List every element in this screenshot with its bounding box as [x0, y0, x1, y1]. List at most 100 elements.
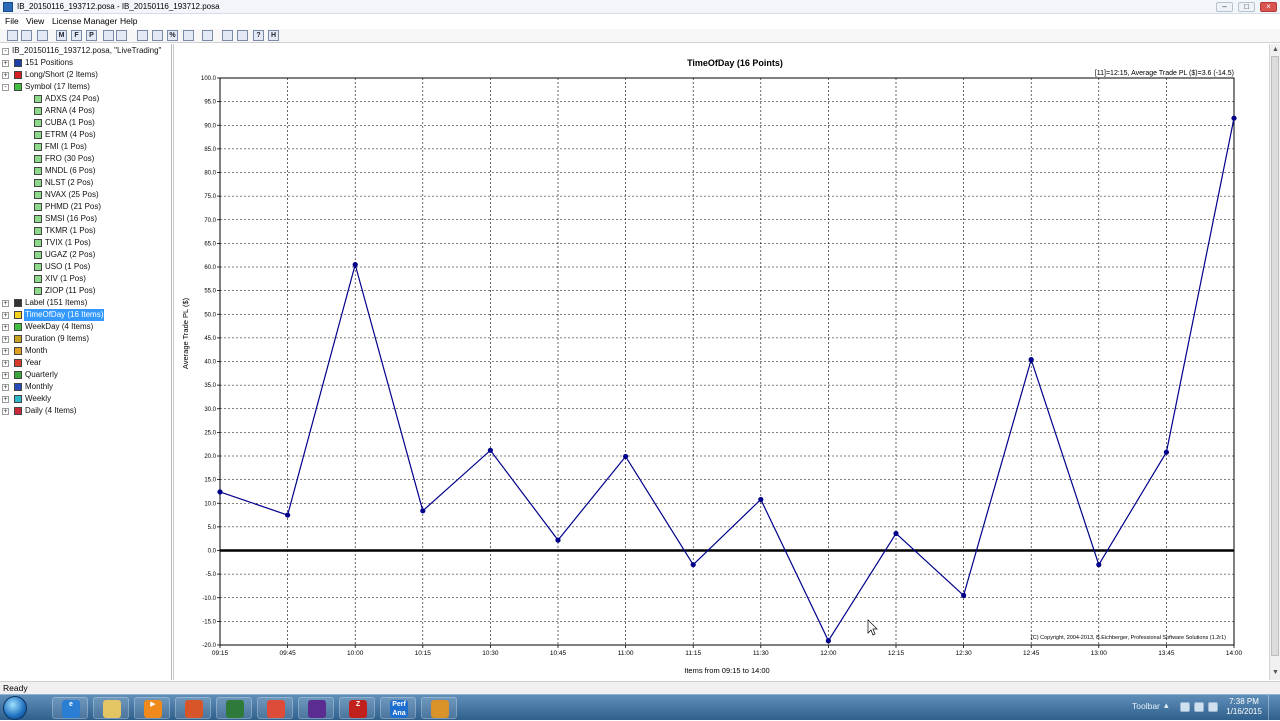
tree-node-icon — [34, 179, 42, 187]
expand-icon[interactable]: + — [2, 72, 9, 79]
menu-license-manager[interactable]: License Manager — [52, 15, 117, 27]
data-point[interactable] — [1028, 357, 1034, 363]
help-icon[interactable]: ? — [253, 30, 264, 41]
taskbar-app[interactable] — [298, 697, 334, 719]
table-icon[interactable] — [183, 30, 194, 41]
data-point[interactable] — [285, 512, 291, 518]
menu-bar: File View License Manager Help — [0, 14, 1280, 28]
new-icon[interactable] — [7, 30, 18, 41]
expand-icon[interactable]: + — [2, 384, 9, 391]
expand-icon[interactable]: + — [2, 312, 9, 319]
start-button[interactable] — [3, 696, 27, 720]
expand-icon[interactable]: + — [2, 360, 9, 367]
tree-item-label: Symbol (17 Items) — [25, 82, 90, 91]
tools-icon[interactable] — [202, 30, 213, 41]
expand-icon[interactable]: + — [2, 300, 9, 307]
taskbar-app[interactable]: Z — [339, 697, 375, 719]
percent-icon[interactable]: % — [167, 30, 178, 41]
menu-help[interactable]: Help — [120, 15, 137, 27]
report-icon[interactable] — [222, 30, 233, 41]
filter-icon[interactable] — [103, 30, 114, 41]
perf-ana-icon: Perf Ana — [390, 700, 408, 718]
data-point[interactable] — [1163, 449, 1169, 455]
network-tray-icon[interactable] — [1194, 702, 1204, 712]
volume-icon[interactable] — [1208, 702, 1218, 712]
scroll-thumb[interactable] — [1271, 56, 1279, 656]
expand-icon[interactable]: + — [2, 324, 9, 331]
y-tick-label: 70.0 — [204, 218, 216, 224]
taskbar-app[interactable]: ▶ — [134, 697, 170, 719]
clock-time[interactable]: 7:38 PM — [1224, 697, 1264, 706]
collapse-icon[interactable]: - — [2, 84, 9, 91]
data-point[interactable] — [487, 447, 493, 453]
x-tick-label: 14:00 — [1226, 650, 1243, 657]
tree-node-icon — [34, 263, 42, 271]
close-button[interactable]: × — [1260, 2, 1277, 12]
expand-icon[interactable]: + — [2, 348, 9, 355]
tree-node-icon — [14, 323, 22, 331]
taskbar-app[interactable] — [257, 697, 293, 719]
taskbar-app[interactable] — [93, 697, 129, 719]
app-icon — [3, 2, 13, 12]
data-point[interactable] — [893, 530, 899, 537]
vertical-scrollbar[interactable]: ▲ ▼ — [1269, 44, 1280, 680]
tree-view[interactable]: - IB_20150116_193712.posa, "LiveTrading"… — [0, 44, 172, 680]
tray-expand-icon[interactable]: ▴ — [1164, 700, 1169, 711]
data-point[interactable] — [623, 453, 629, 460]
data-point[interactable] — [352, 262, 358, 268]
expand-icon[interactable]: + — [2, 336, 9, 343]
chart-line-icon[interactable] — [152, 30, 163, 41]
open-icon[interactable] — [21, 30, 32, 41]
data-point[interactable] — [555, 537, 561, 543]
tree-item-label: FMI (1 Pos) — [45, 142, 87, 151]
scroll-up-icon[interactable]: ▲ — [1271, 45, 1280, 55]
menu-view[interactable]: View — [26, 15, 44, 27]
module-m-icon[interactable]: M — [56, 30, 67, 41]
y-tick-label: 45.0 — [204, 336, 216, 342]
data-point[interactable] — [825, 638, 832, 644]
y-tick-label: 65.0 — [204, 241, 216, 247]
calendar-icon[interactable] — [116, 30, 127, 41]
menu-file[interactable]: File — [5, 15, 19, 27]
chart-panel[interactable]: -20.0 -15.0 -10.0 -5.0 0.0 5.0 10.0 15.0 20.0 25.… — [173, 44, 1269, 680]
data-point[interactable] — [1096, 562, 1102, 568]
module-f-icon[interactable]: F — [71, 30, 82, 41]
data-point[interactable] — [420, 508, 426, 514]
module-p-icon[interactable]: P — [86, 30, 97, 41]
print-icon[interactable] — [37, 30, 48, 41]
tree-item-label: 151 Positions — [25, 58, 74, 67]
tree-item-label: ADXS (24 Pos) — [45, 94, 100, 103]
taskbar-app[interactable]: e — [52, 697, 88, 719]
taskbar-app[interactable] — [216, 697, 252, 719]
clock-date[interactable]: 1/16/2015 — [1224, 707, 1264, 716]
chart-up-icon[interactable] — [137, 30, 148, 41]
data-point[interactable] — [690, 562, 696, 568]
maximize-button[interactable]: □ — [1238, 2, 1255, 12]
expand-icon[interactable]: + — [2, 396, 9, 403]
layers-icon[interactable] — [237, 30, 248, 41]
x-tick-label: 11:30 — [753, 650, 769, 657]
y-tick-label: 40.0 — [204, 360, 216, 366]
data-point[interactable] — [1231, 115, 1237, 121]
taskbar-app[interactable] — [421, 697, 457, 719]
maximize-icon: □ — [1244, 2, 1249, 11]
expand-icon[interactable]: + — [2, 60, 9, 67]
y-tick-label: 30.0 — [204, 407, 216, 413]
flag-icon[interactable] — [1180, 702, 1190, 712]
data-point[interactable] — [217, 489, 223, 495]
tray-toolbar-label[interactable]: Toolbar — [1132, 701, 1160, 711]
expand-icon[interactable]: + — [2, 408, 9, 415]
minimize-button[interactable]: – — [1216, 2, 1233, 12]
data-point[interactable] — [758, 496, 764, 503]
taskbar-app[interactable] — [175, 697, 211, 719]
collapse-icon[interactable]: - — [2, 48, 9, 55]
expand-icon[interactable]: + — [2, 372, 9, 379]
taskbar-app[interactable]: Perf Ana — [380, 697, 416, 719]
tree-node-icon — [14, 83, 22, 91]
module-h-icon[interactable]: H — [268, 30, 279, 41]
x-tick-label: 11:15 — [685, 650, 701, 657]
chart[interactable]: -20.0 -15.0 -10.0 -5.0 0.0 5.0 10.0 15.0 20.0 25.… — [174, 44, 1270, 680]
show-desktop-button[interactable] — [1268, 695, 1280, 721]
data-point[interactable] — [961, 592, 967, 598]
scroll-down-icon[interactable]: ▼ — [1271, 668, 1280, 678]
